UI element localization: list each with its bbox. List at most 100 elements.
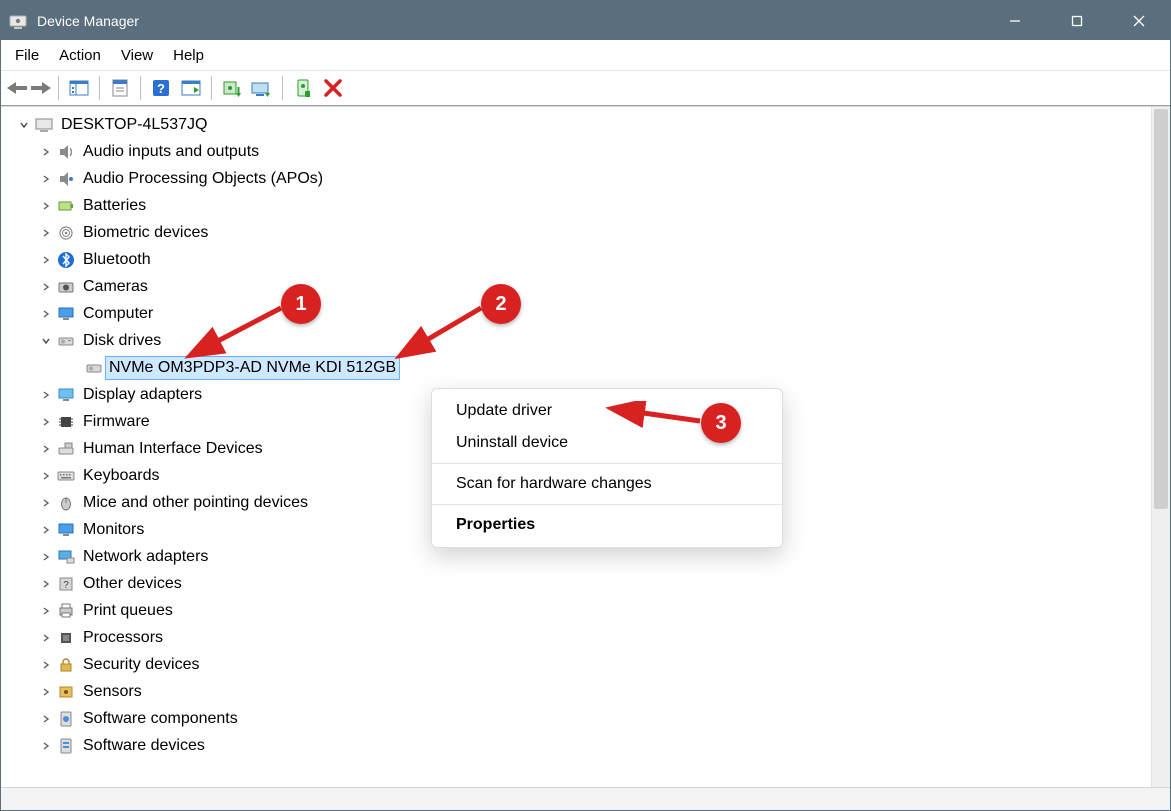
tree-label: Security devices (81, 651, 202, 678)
annotation-arrow-2 (389, 296, 489, 366)
chevron-right-icon[interactable] (37, 552, 55, 562)
chevron-right-icon[interactable] (37, 201, 55, 211)
tree-item-audio-io[interactable]: Audio inputs and outputs (5, 138, 1151, 165)
sensor-icon (55, 681, 77, 703)
chevron-right-icon[interactable] (37, 660, 55, 670)
chevron-right-icon[interactable] (37, 606, 55, 616)
disk-drive-icon (55, 330, 77, 352)
chevron-right-icon[interactable] (37, 444, 55, 454)
chevron-down-icon[interactable] (15, 120, 33, 130)
fingerprint-icon (55, 222, 77, 244)
keyboard-icon (55, 465, 77, 487)
tree-item-print[interactable]: Print queues (5, 597, 1151, 624)
tree-label: Mice and other pointing devices (81, 489, 310, 516)
chevron-right-icon[interactable] (37, 282, 55, 292)
vertical-scrollbar[interactable] (1151, 107, 1170, 787)
tree-item-cameras[interactable]: Cameras (5, 273, 1151, 300)
tree-item-batteries[interactable]: Batteries (5, 192, 1151, 219)
toolbar-uninstall-button[interactable] (247, 74, 277, 102)
tree-label: Processors (81, 624, 165, 651)
chevron-right-icon[interactable] (37, 174, 55, 184)
speaker-icon (55, 168, 77, 190)
tree-label: Network adapters (81, 543, 210, 570)
tree-item-computer[interactable]: Computer (5, 300, 1151, 327)
tree-label: Biometric devices (81, 219, 210, 246)
toolbar-update-driver-button[interactable] (217, 74, 247, 102)
menu-view[interactable]: View (111, 43, 163, 68)
toolbar: ? (1, 71, 1170, 106)
toolbar-action-button[interactable] (176, 74, 206, 102)
disk-drive-icon (83, 357, 105, 379)
tree-item-swcomp[interactable]: Software components (5, 705, 1151, 732)
context-separator (432, 504, 782, 505)
toolbar-show-hide-tree-button[interactable] (64, 74, 94, 102)
hid-icon (55, 438, 77, 460)
chevron-down-icon[interactable] (37, 336, 55, 346)
toolbar-disable-button[interactable] (318, 74, 348, 102)
annotation-arrow-1 (179, 296, 289, 366)
maximize-button[interactable] (1046, 1, 1108, 40)
tree-label: Audio Processing Objects (APOs) (81, 165, 325, 192)
chevron-right-icon[interactable] (37, 633, 55, 643)
network-icon (55, 546, 77, 568)
chevron-right-icon[interactable] (37, 390, 55, 400)
toolbar-separator (140, 76, 141, 100)
svg-text:?: ? (63, 580, 69, 591)
menu-action[interactable]: Action (49, 43, 111, 68)
toolbar-back-button[interactable] (5, 74, 29, 102)
chevron-right-icon[interactable] (37, 309, 55, 319)
chevron-right-icon[interactable] (37, 498, 55, 508)
close-button[interactable] (1108, 1, 1170, 40)
device-manager-window: Device Manager File Action View Help (0, 0, 1171, 811)
tree-item-swdev[interactable]: Software devices (5, 732, 1151, 759)
annotation-badge-2: 2 (481, 284, 521, 324)
lock-icon (55, 654, 77, 676)
tree-label: Software components (81, 705, 240, 732)
tree-label: Human Interface Devices (81, 435, 265, 462)
scrollbar-thumb[interactable] (1154, 109, 1168, 509)
toolbar-enable-button[interactable] (288, 74, 318, 102)
tree-label: Disk drives (81, 327, 163, 354)
toolbar-properties-button[interactable] (105, 74, 135, 102)
context-properties[interactable]: Properties (432, 509, 782, 541)
svg-text:?: ? (157, 81, 165, 96)
chevron-right-icon[interactable] (37, 417, 55, 427)
monitor-icon (55, 303, 77, 325)
tree-item-security[interactable]: Security devices (5, 651, 1151, 678)
tree-root[interactable]: DESKTOP-4L537JQ (5, 111, 1151, 138)
chevron-right-icon[interactable] (37, 687, 55, 697)
chevron-right-icon[interactable] (37, 228, 55, 238)
menu-help[interactable]: Help (163, 43, 214, 68)
chip-icon (55, 411, 77, 433)
camera-icon (55, 276, 77, 298)
tree-item-bluetooth[interactable]: Bluetooth (5, 246, 1151, 273)
annotation-badge-3: 3 (701, 403, 741, 443)
software-icon (55, 708, 77, 730)
tree-label: Computer (81, 300, 155, 327)
chevron-right-icon[interactable] (37, 714, 55, 724)
toolbar-help-button[interactable]: ? (146, 74, 176, 102)
unknown-device-icon: ? (55, 573, 77, 595)
chevron-right-icon[interactable] (37, 579, 55, 589)
tree-item-sensors[interactable]: Sensors (5, 678, 1151, 705)
minimize-button[interactable] (984, 1, 1046, 40)
chevron-right-icon[interactable] (37, 741, 55, 751)
tree-label: Other devices (81, 570, 184, 597)
tree-item-disk-drives[interactable]: Disk drives (5, 327, 1151, 354)
chevron-right-icon[interactable] (37, 255, 55, 265)
chevron-right-icon[interactable] (37, 525, 55, 535)
tree-label: Keyboards (81, 462, 162, 489)
chevron-right-icon[interactable] (37, 147, 55, 157)
tree-label: Display adapters (81, 381, 204, 408)
battery-icon (55, 195, 77, 217)
tree-item-audio-apo[interactable]: Audio Processing Objects (APOs) (5, 165, 1151, 192)
menu-file[interactable]: File (5, 43, 49, 68)
tree-item-other[interactable]: ? Other devices (5, 570, 1151, 597)
tree-item-nvme-selected[interactable]: NVMe OM3PDP3-AD NVMe KDI 512GB (5, 354, 1151, 381)
chevron-right-icon[interactable] (37, 471, 55, 481)
tree-label: Sensors (81, 678, 144, 705)
tree-item-processors[interactable]: Processors (5, 624, 1151, 651)
context-scan-hardware[interactable]: Scan for hardware changes (432, 468, 782, 500)
toolbar-forward-button[interactable] (29, 74, 53, 102)
tree-item-biometric[interactable]: Biometric devices (5, 219, 1151, 246)
